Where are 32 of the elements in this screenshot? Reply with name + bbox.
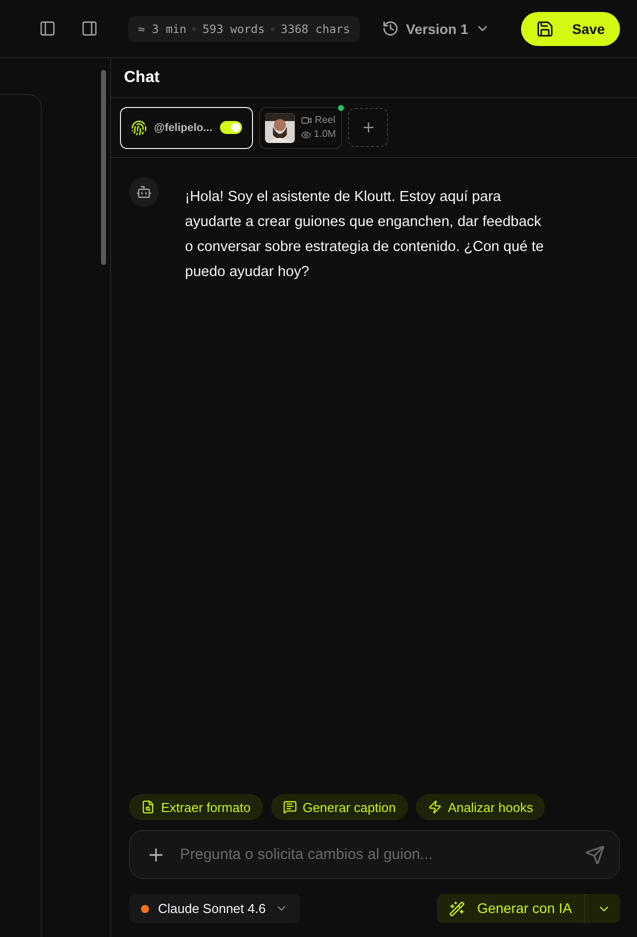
account-source-card[interactable]: @felipelo... bbox=[120, 106, 253, 148]
bot-avatar bbox=[129, 177, 159, 207]
version-selector[interactable]: Version 1 bbox=[382, 20, 490, 37]
fingerprint-icon bbox=[131, 120, 147, 136]
chat-input-field[interactable]: Pregunta o solicita cambios al guion... bbox=[129, 830, 620, 879]
stat-text: 3368 chars bbox=[280, 22, 350, 36]
save-button[interactable]: Save bbox=[521, 12, 620, 46]
eye-icon bbox=[300, 130, 311, 140]
video-source-card[interactable]: Reel 1.0M bbox=[259, 106, 342, 148]
account-handle: @felipelo... bbox=[154, 122, 212, 134]
stat-text: 593 words bbox=[202, 22, 265, 36]
generate-button[interactable]: Generar con IA bbox=[437, 894, 620, 923]
view-count: 1.0M bbox=[314, 129, 336, 140]
video-type: Reel bbox=[314, 115, 336, 126]
send-icon[interactable] bbox=[585, 844, 605, 864]
file-search-icon bbox=[141, 800, 155, 814]
assistant-message: ¡Hola! Soy el asistente de Kloutt. Estoy aquí para ayudarte a crear guiones que enganchen, dar feedback o conversar sobre estrategia de contenido. ¿Con qué te puedo ayudar hoy? bbox=[185, 188, 545, 282]
stat-text: ≈ 3 min bbox=[138, 22, 186, 36]
status-dot bbox=[338, 104, 344, 110]
lightning-icon bbox=[428, 800, 442, 814]
history-icon bbox=[382, 20, 400, 37]
toggle-switch[interactable] bbox=[220, 121, 242, 134]
plus-icon bbox=[360, 120, 376, 135]
quick-action-button[interactable]: Extraer formato bbox=[129, 794, 263, 820]
message-icon bbox=[282, 800, 297, 814]
quick-action-button[interactable]: Generar caption bbox=[270, 794, 408, 820]
model-selector[interactable]: Claude Sonnet 4.6 bbox=[129, 894, 300, 923]
quick-action-button[interactable]: Analizar hooks bbox=[416, 794, 546, 820]
magic-wand-icon bbox=[449, 900, 466, 916]
message-input[interactable]: Pregunta o solicita cambios al guion... bbox=[178, 845, 573, 864]
panel-title: Chat bbox=[111, 58, 637, 98]
video-camera-icon bbox=[300, 115, 312, 126]
